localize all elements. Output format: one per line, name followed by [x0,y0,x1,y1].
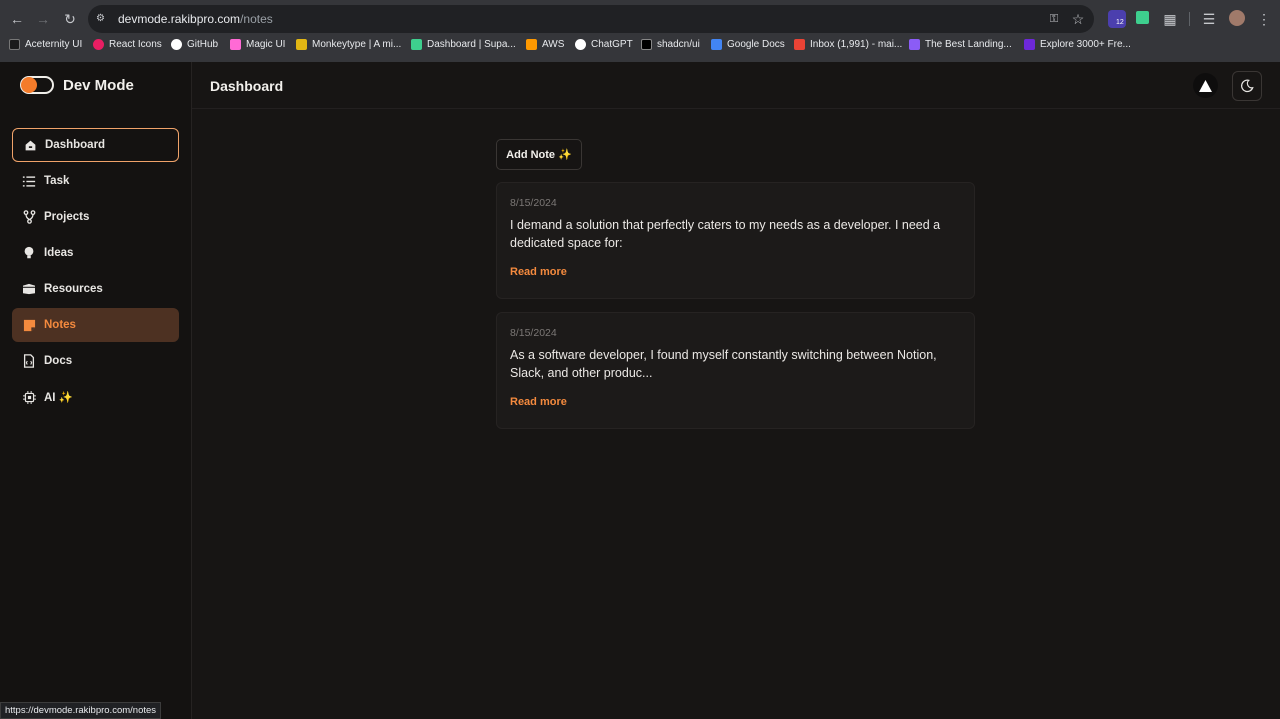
lightbulb-icon [22,246,36,260]
page-title: Dashboard [210,78,284,94]
toggle-logo-icon [20,76,54,94]
star-icon[interactable]: ☆ [1070,11,1086,27]
extension-green-icon[interactable] [1136,11,1149,24]
sidebar-item-label: Ideas [44,247,74,259]
bookmark-item[interactable]: React Icons [93,39,162,50]
sidebar-item-label: Projects [44,211,90,223]
header: Dashboard [192,62,1280,109]
media-icon[interactable]: ☰ [1201,11,1217,27]
back-arrow-icon[interactable]: ← [9,11,25,27]
box-icon [22,282,36,296]
bookmark-item[interactable]: shadcn/ui [641,39,700,50]
triangle-icon [1199,79,1212,92]
sidebar-item-ideas[interactable]: Ideas [12,236,179,270]
sidebar-item-resources[interactable]: Resources [12,272,179,306]
theme-toggle-button[interactable] [1232,71,1262,101]
note-text: As a software developer, I found myself … [510,348,937,380]
kebab-menu-icon[interactable]: ⋮ [1256,11,1272,27]
note-icon [22,318,36,332]
sidebar-item-label: AI ✨ [44,392,74,404]
bookmark-item[interactable]: Explore 3000+ Fre... [1024,39,1131,50]
sidebar-item-label: Resources [44,283,103,295]
sidebar-item-task[interactable]: Task [12,164,179,198]
sidebar-item-label: Docs [44,355,73,367]
app-logo[interactable]: Dev Mode [20,76,134,94]
read-more-link[interactable]: Read more [510,396,567,408]
url-host: devmode.rakibpro.com [118,12,241,26]
profile-avatar[interactable] [1229,10,1245,26]
url-path: /notes [240,12,273,26]
bookmark-item[interactable]: ChatGPT [575,39,633,50]
url-text[interactable]: devmode.rakibpro.com/notes [118,12,273,26]
sidebar: Dev Mode Dashboard Task Projects Ideas R… [0,62,192,719]
chip-icon [22,390,36,404]
vercel-triangle-button[interactable] [1193,73,1218,98]
bookmarks-bar: Aceternity UI React Icons GitHub Magic U… [0,36,1280,56]
sidebar-item-notes[interactable]: Notes [12,308,179,342]
moon-icon [1241,79,1254,93]
browser-chrome: ← → ↻ ⚙ devmode.rakibpro.com/notes ⚿ ☆ 1… [0,0,1280,62]
document-icon [22,354,36,368]
extension-badge: 12 [1115,19,1125,26]
note-card: 8/15/2024 As a software developer, I fou… [496,312,975,429]
bookmark-item[interactable]: Magic UI [230,39,285,50]
bookmark-item[interactable]: Inbox (1,991) - mai... [794,39,902,50]
note-text: I demand a solution that perfectly cater… [510,218,941,250]
reload-icon[interactable]: ↻ [62,11,78,27]
sidebar-item-label: Notes [44,319,76,331]
bookmark-item[interactable]: AWS [526,39,564,50]
app-name: Dev Mode [63,76,134,94]
read-more-link[interactable]: Read more [510,266,567,278]
bookmark-item[interactable]: Google Docs [711,39,785,50]
site-info-icon[interactable]: ⚙ [96,13,108,25]
sidebar-item-label: Dashboard [45,139,106,151]
puzzle-icon[interactable]: ▦ [1162,11,1178,27]
list-icon [22,174,36,188]
add-note-button[interactable]: Add Note ✨ [496,139,582,170]
status-bar-url: https://devmode.rakibpro.com/notes [0,702,162,719]
bookmark-item[interactable]: Monkeytype | A mi... [296,39,401,50]
bookmark-item[interactable]: The Best Landing... [909,39,1012,50]
key-icon[interactable]: ⚿ [1046,11,1062,27]
git-branch-icon [22,210,36,224]
home-icon [23,138,37,152]
bookmark-item[interactable]: Dashboard | Supa... [411,39,516,50]
bookmark-item[interactable]: GitHub [171,39,218,50]
sidebar-item-docs[interactable]: Docs [12,344,179,378]
note-date: 8/15/2024 [510,197,557,209]
sidebar-item-dashboard[interactable]: Dashboard [12,128,179,162]
note-date: 8/15/2024 [510,327,557,339]
sidebar-item-label: Task [44,175,70,187]
note-card: 8/15/2024 I demand a solution that perfe… [496,182,975,299]
bookmark-item[interactable]: Aceternity UI [9,39,82,50]
toolbar-divider [1189,12,1190,26]
sidebar-item-projects[interactable]: Projects [12,200,179,234]
forward-arrow-icon[interactable]: → [35,11,51,27]
sidebar-item-ai[interactable]: AI ✨ [12,380,179,414]
extension-icon[interactable]: 12 [1108,10,1126,28]
browser-toolbar: ← → ↻ ⚙ devmode.rakibpro.com/notes ⚿ ☆ 1… [0,4,1280,34]
